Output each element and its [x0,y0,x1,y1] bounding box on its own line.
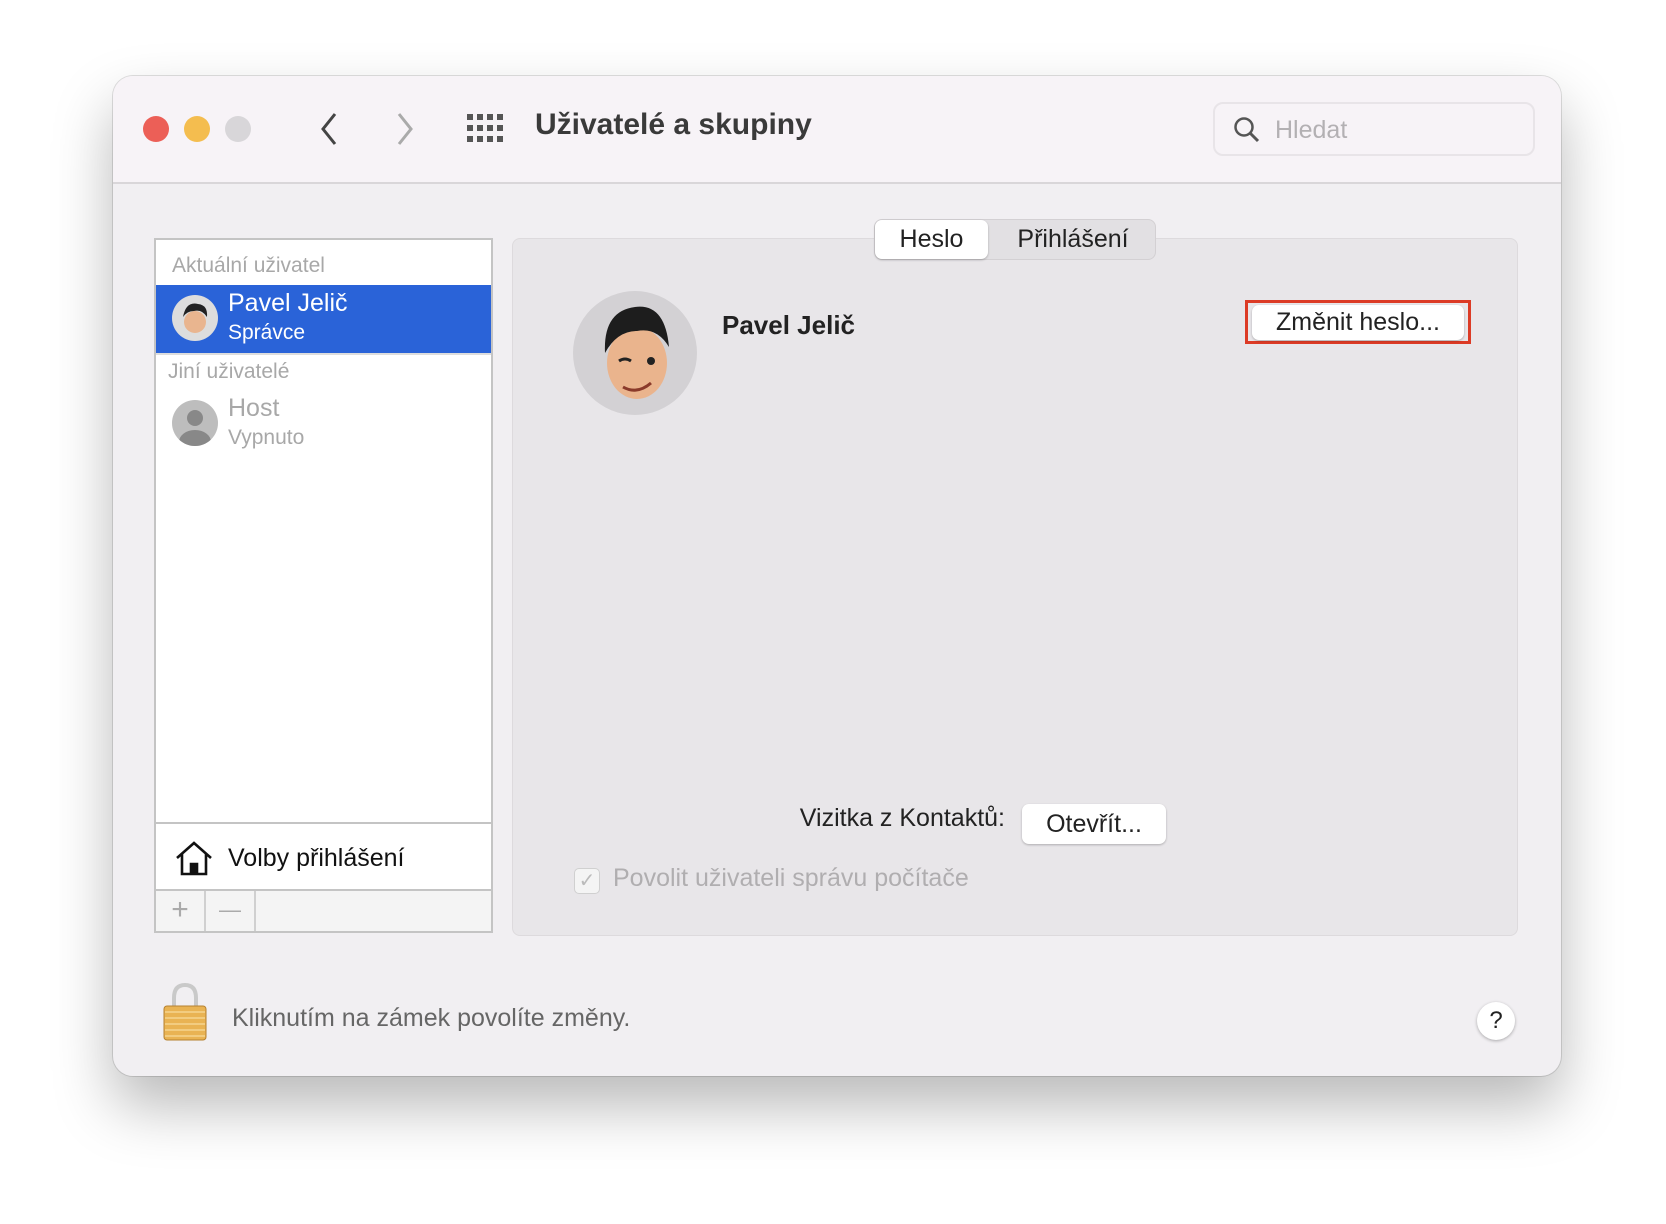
close-button[interactable] [143,116,169,142]
other-users-header: Jiní uživatelé [168,360,290,383]
tab-heslo[interactable]: Heslo [875,220,988,259]
avatar [172,295,218,341]
house-icon [176,841,212,876]
minimize-button[interactable] [184,116,210,142]
login-options-label: Volby přihlášení [228,844,405,872]
admin-checkbox[interactable]: ✓ [574,868,600,894]
window-title: Uživatelé a skupiny [535,108,812,141]
lock-message: Kliknutím na zámek povolíte změny. [232,1004,631,1032]
login-options-item[interactable]: Volby přihlášení [156,822,491,894]
help-button[interactable]: ? [1477,1002,1515,1040]
change-password-button[interactable]: Změnit heslo... [1252,305,1464,340]
user-name: Host [228,394,280,422]
admin-checkbox-label: Povolit uživateli správu počítače [613,864,969,892]
lock-icon[interactable] [162,982,208,1042]
forward-chevron-icon[interactable] [393,110,417,148]
user-name: Pavel Jelič [228,289,348,317]
tab-prihlaseni[interactable]: Přihlášení [991,220,1155,259]
contact-card-label: Vizitka z Kontaktů: [799,804,1005,832]
user-status: Vypnuto [228,426,305,449]
list-toolbar: + — [156,889,491,931]
search-icon [1234,117,1260,143]
zoom-button[interactable] [225,116,251,142]
system-preferences-window: Uživatelé a skupiny Hledat Aktuální uživ… [113,76,1561,1076]
remove-user-button[interactable]: — [206,891,256,931]
add-user-button[interactable]: + [156,891,206,931]
tab-bar: Heslo Přihlášení [874,219,1156,260]
titlebar: Uživatelé a skupiny Hledat [113,76,1561,184]
user-full-name: Pavel Jelič [722,310,855,340]
user-row-current[interactable]: Pavel Jelič Správce [156,285,491,353]
guest-avatar-icon [172,400,218,446]
users-list: Aktuální uživatel Pavel Jelič Správce Ji… [154,238,493,933]
search-input[interactable]: Hledat [1213,102,1535,156]
search-placeholder: Hledat [1275,116,1348,144]
grid-icon[interactable] [467,114,505,144]
back-chevron-icon[interactable] [317,110,341,148]
user-row-guest[interactable]: Host Vypnuto [156,390,491,458]
user-role: Správce [228,321,306,344]
open-contact-button[interactable]: Otevřít... [1022,804,1166,844]
current-user-header: Aktuální uživatel [172,254,325,277]
user-avatar[interactable] [573,291,697,415]
